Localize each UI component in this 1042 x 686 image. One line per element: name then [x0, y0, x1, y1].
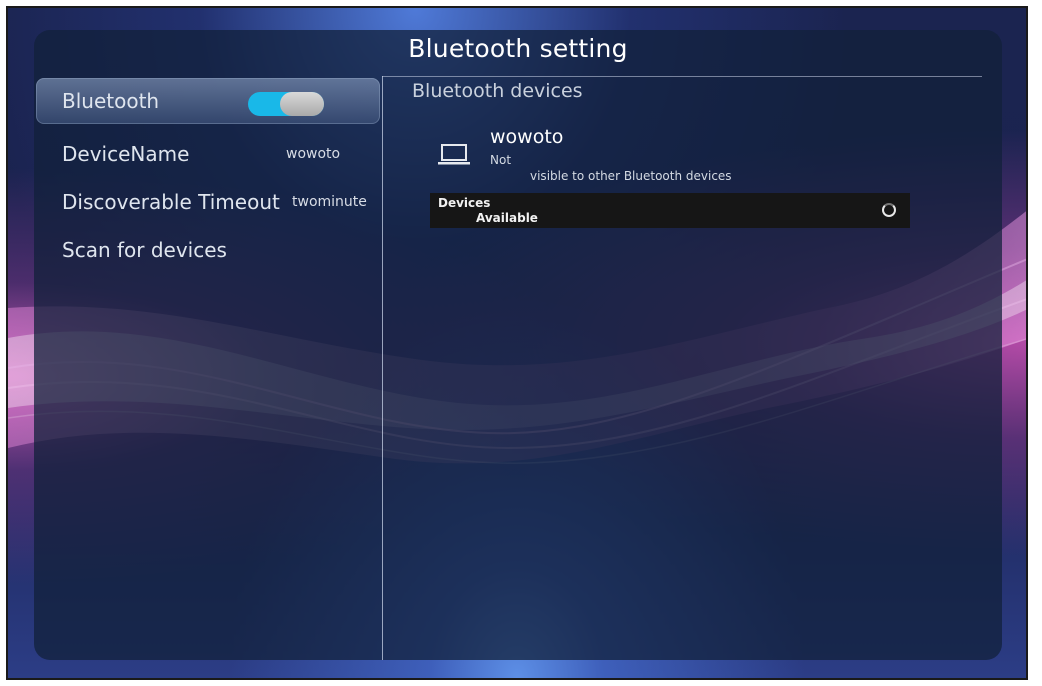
device-status-line1: Not [490, 153, 512, 167]
bluetooth-toggle[interactable] [248, 92, 324, 116]
section-title: Bluetooth devices [412, 80, 583, 102]
sidebar-item-label: Discoverable Timeout [62, 190, 280, 214]
sidebar-item-label: DeviceName [62, 142, 190, 166]
sidebar-item-device-name[interactable]: DeviceName wowoto [34, 134, 382, 178]
title-divider [382, 76, 982, 77]
laptop-icon [438, 144, 470, 165]
sidebar-item-label: Scan for devices [62, 238, 227, 262]
page-title: Bluetooth setting [408, 34, 628, 63]
spinner-icon [882, 203, 896, 217]
sidebar-item-scan-for-devices[interactable]: Scan for devices [34, 230, 382, 274]
device-name-value: wowoto [286, 146, 341, 162]
available-devices-label-line1: Devices [438, 196, 491, 210]
discoverable-timeout-value: twominute [292, 194, 367, 210]
tv-screen: Bluetooth setting Bluetooth DeviceName w… [6, 6, 1028, 680]
available-devices-header: Devices Available [430, 193, 910, 228]
bluetooth-settings-panel: Bluetooth setting Bluetooth DeviceName w… [34, 30, 1002, 660]
sidebar-item-label: Bluetooth [62, 89, 160, 113]
sidebar-item-bluetooth[interactable]: Bluetooth [36, 78, 380, 124]
column-divider [382, 76, 383, 660]
sidebar-item-discoverable-timeout[interactable]: Discoverable Timeout twominute [34, 182, 382, 226]
available-devices-label-line2: Available [476, 211, 538, 225]
toggle-knob [280, 92, 324, 116]
device-name[interactable]: wowoto [490, 126, 563, 148]
device-status-line2: visible to other Bluetooth devices [530, 169, 732, 183]
